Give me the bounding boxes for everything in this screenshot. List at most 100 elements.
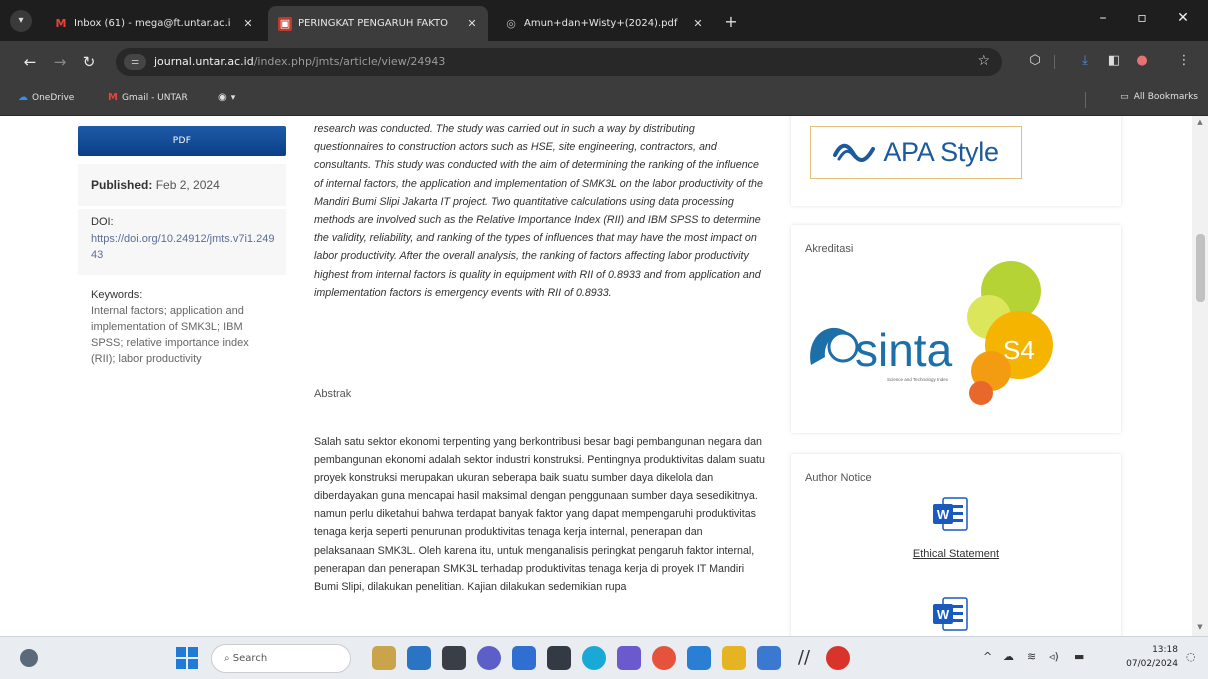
doi-block: DOI: https://doi.org/10.24912/jmts.v7i1.… (78, 209, 286, 275)
tab-journal-article[interactable]: ▣ PERINGKAT PENGARUH FAKTO ✕ (268, 6, 488, 41)
app-icon[interactable] (442, 646, 466, 670)
extensions-icon[interactable]: ⬡ (1026, 53, 1044, 68)
toolbar-divider (1054, 55, 1055, 69)
doi-link[interactable]: https://doi.org/10.24912/jmts.v7i1.24943 (91, 231, 276, 263)
app-icon[interactable] (547, 646, 571, 670)
edge-browser-icon[interactable] (582, 646, 606, 670)
pdf-download-button[interactable]: PDF (78, 126, 286, 156)
keywords-label: Keywords: (91, 289, 143, 301)
folder-icon: ▭ (1120, 92, 1129, 102)
chrome-active-app-icon[interactable] (826, 646, 850, 670)
abstrak-heading: Abstrak (314, 388, 352, 400)
all-bookmarks-label: All Bookmarks (1133, 92, 1198, 102)
apa-style-text: APA Style (883, 137, 999, 167)
scroll-down-icon[interactable]: ▼ (1192, 623, 1208, 631)
battery-icon[interactable]: ▬ (1074, 650, 1084, 663)
scroll-up-icon[interactable]: ▲ (1192, 118, 1208, 126)
tab-close-icon[interactable]: ✕ (466, 17, 478, 30)
abstract-english-text: research was conducted. The study was ca… (314, 123, 763, 299)
windows-taskbar: ⌕ Search // ^ ☁ ≋ ◃) ▬ 13:18 07/02/2024 … (0, 636, 1208, 679)
cloud-icon[interactable]: ☁ (1003, 650, 1014, 663)
apa-style-card: APA Style (791, 116, 1121, 206)
published-label: Published: (91, 178, 153, 192)
keywords-block: Keywords: Internal factors; application … (78, 282, 286, 386)
keywords-text: Internal factors; application and implem… (91, 305, 249, 365)
windows-start-icon[interactable] (176, 647, 198, 669)
url-host: journal.untar.ac.id (154, 55, 254, 68)
chat-app-icon[interactable] (477, 646, 501, 670)
system-clock[interactable]: 13:18 07/02/2024 (1123, 643, 1178, 671)
ethical-statement-link[interactable]: Ethical Statement (791, 548, 1121, 560)
minimize-button[interactable]: – (1088, 10, 1118, 26)
mail-app-icon[interactable] (512, 646, 536, 670)
akreditasi-card: Akreditasi sinta S4 Science and Technolo… (791, 225, 1121, 433)
browser-toolbar: ← → ↻ ⚌ journal.untar.ac.id/index.php/jm… (0, 41, 1208, 83)
app-icon[interactable] (757, 646, 781, 670)
tab-close-icon[interactable]: ✕ (242, 17, 254, 30)
search-placeholder: Search (232, 653, 268, 664)
chrome-browser-icon[interactable] (652, 646, 676, 670)
globe-icon: ◎ (506, 16, 516, 30)
sinta-level-label: S4 (1003, 335, 1035, 365)
bookmark-gmail-untar[interactable]: M Gmail - UNTAR (108, 92, 188, 103)
url-path: /index.php/jmts/article/view/24943 (253, 55, 446, 68)
close-window-button[interactable]: ✕ (1168, 10, 1198, 26)
onedrive-icon: ☁ (18, 92, 28, 103)
chevron-down-icon: ▾ (230, 92, 236, 103)
tab-strip: ▾ M Inbox (61) - mega@ft.untar.ac.i ✕ ▣ … (0, 0, 1208, 41)
doi-label: DOI: (91, 216, 114, 228)
bookmark-star-icon[interactable]: ☆ (977, 53, 990, 69)
published-block: Published: Feb 2, 2024 (78, 164, 286, 206)
profile-avatar-icon[interactable]: ● (1133, 53, 1151, 68)
taskbar-search-input[interactable]: ⌕ Search (211, 644, 351, 673)
word-document-icon[interactable]: W (933, 496, 969, 532)
wifi-icon[interactable]: ≋ (1027, 650, 1036, 663)
pen-app-icon[interactable]: // (792, 646, 816, 670)
clock-date: 07/02/2024 (1126, 659, 1178, 669)
back-button[interactable]: ← (19, 52, 41, 72)
side-panel-icon[interactable]: ◧ (1105, 53, 1123, 68)
app-icon[interactable] (617, 646, 641, 670)
tab-close-icon[interactable]: ✕ (692, 17, 704, 30)
url-text[interactable]: journal.untar.ac.id/index.php/jmts/artic… (154, 55, 445, 68)
download-icon[interactable]: ⤓ (1076, 53, 1094, 68)
tab-title: PERINGKAT PENGARUH FAKTO (298, 18, 449, 29)
tab-search-icon[interactable]: ▾ (10, 10, 32, 32)
volume-icon[interactable]: ◃) (1049, 650, 1059, 663)
tab-pdf[interactable]: ◎ Amun+dan+Wisty+(2024).pdf ✕ (494, 6, 714, 41)
new-tab-button[interactable]: + (721, 12, 741, 31)
sinta-s4-logo[interactable]: sinta S4 Science and Technology Index (791, 225, 1121, 433)
author-notice-title: Author Notice (805, 472, 872, 484)
scrollbar-thumb[interactable] (1196, 234, 1205, 302)
bookmark-label: OneDrive (32, 92, 75, 103)
globe-icon: ◉ (218, 92, 227, 103)
word-icon-letter: W (937, 507, 950, 522)
tab-gmail[interactable]: M Inbox (61) - mega@ft.untar.ac.i ✕ (44, 6, 264, 41)
author-notice-card: Author Notice W Ethical Statement W (791, 454, 1121, 636)
tab-title: Amun+dan+Wisty+(2024).pdf (524, 18, 678, 29)
journal-favicon-icon: ▣ (278, 16, 292, 31)
notification-bell-icon[interactable]: ◌ (1186, 650, 1196, 663)
app-icon[interactable] (722, 646, 746, 670)
file-explorer-app-icon[interactable] (372, 646, 396, 670)
maximize-button[interactable]: ▫ (1127, 10, 1157, 26)
bookmark-folder[interactable]: ◉ ▾ (218, 92, 235, 103)
reload-button[interactable]: ↻ (78, 52, 100, 72)
taskview-app-icon[interactable] (407, 646, 431, 670)
menu-kebab-icon[interactable]: ⋮ (1175, 53, 1193, 68)
store-app-icon[interactable] (687, 646, 711, 670)
widgets-icon[interactable] (20, 649, 38, 667)
bookmark-onedrive[interactable]: ☁ OneDrive (18, 92, 74, 103)
site-info-icon[interactable]: ⚌ (124, 54, 146, 70)
show-hidden-icons-icon[interactable]: ^ (983, 650, 992, 663)
all-bookmarks-button[interactable]: ▭ All Bookmarks (1120, 92, 1198, 102)
address-bar[interactable]: ⚌ journal.untar.ac.id/index.php/jmts/art… (116, 48, 1002, 76)
bookmarks-bar: ☁ OneDrive M Gmail - UNTAR ◉ ▾ ▭ All Boo… (0, 83, 1208, 116)
apa-style-logo[interactable]: APA Style (810, 126, 1022, 179)
forward-button[interactable]: → (49, 52, 71, 72)
word-document-icon[interactable]: W (933, 596, 969, 632)
sinta-tagline: Science and Technology Index (887, 377, 949, 382)
page-scrollbar[interactable]: ▲ ▼ (1192, 116, 1208, 636)
bookmarks-divider (1085, 92, 1086, 108)
sinta-wordmark: sinta (855, 324, 953, 376)
